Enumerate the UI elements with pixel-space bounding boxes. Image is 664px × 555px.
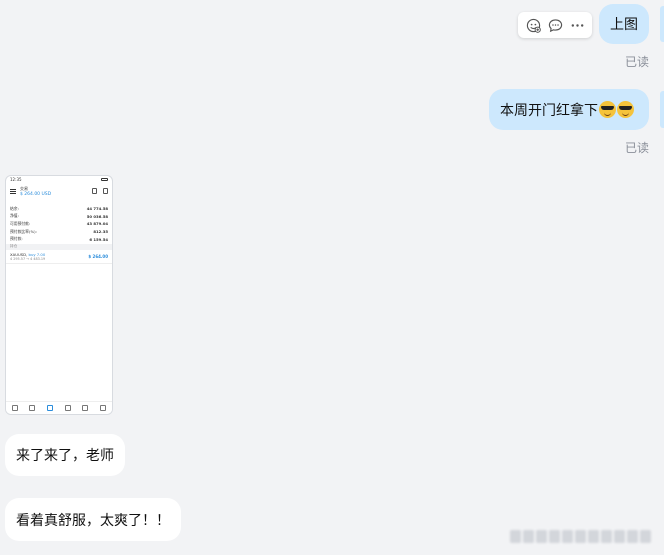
read-status: 已读 [625,55,650,69]
image-message[interactable]: 12:35 交易 $ 264.00 USD 结余: 44 774.58 净值: 50… [5,175,113,415]
phone-tab-bar [6,401,112,414]
row-label: 预付款比率(%): [10,228,37,234]
summary-row: 预付款比率(%): 812.35 [10,228,108,236]
position-range: 4 295.57 → 4 483.19 [10,256,46,261]
message-text: 本周开门红拿下 [500,102,598,119]
row-label: 预付款: [10,236,23,242]
emoji-reaction-icon[interactable] [523,15,543,35]
bubble-edge [660,6,664,42]
more-icon[interactable] [567,15,587,35]
trade-tab-icon [47,405,54,411]
phone-time: 12:35 [10,177,22,182]
chat-tab-icon [100,405,107,411]
phone-balance-line: $ 264.00 USD [20,191,52,197]
row-value: 812.35 [93,229,108,235]
new-order-icon [103,188,108,194]
quotes-tab-icon [11,405,18,411]
row-label: 净值: [10,213,19,219]
menu-icon [10,188,16,194]
position-row: XAUUSD, buy 7.00 4 295.57 → 4 483.19 $ 2… [6,250,112,264]
blurred-watermark [510,526,658,546]
summary-row: 预付款: 6 159.54 [10,235,108,243]
chart-tab-icon [29,405,36,411]
history-tab-icon [64,405,71,411]
outgoing-message[interactable]: 上图 [599,4,649,44]
sort-icon [92,188,97,194]
account-summary: 结余: 44 774.58 净值: 50 036.58 可用预付款: 43 879.0… [6,199,112,243]
message-text: 来了来了，老师 [16,448,114,464]
phone-status-bar: 12:35 [6,176,112,183]
message-text: 上图 [610,17,638,33]
row-value: 43 879.04 [86,221,108,227]
comment-icon[interactable] [545,15,565,35]
sunglasses-emoji [617,101,634,118]
row-label: 结余: [10,205,19,211]
row-value: 6 159.54 [89,236,108,242]
summary-row: 净值: 50 036.58 [10,213,108,221]
sunglasses-emoji [599,101,616,118]
message-text: 看着真舒服，太爽了！！ [16,512,170,529]
outgoing-message[interactable]: 本周开门红拿下 [489,89,649,130]
message-action-bar [518,12,592,38]
summary-row: 可用预付款: 43 879.04 [10,220,108,228]
bubble-edge [660,91,664,128]
incoming-message[interactable]: 看着真舒服，太爽了！！ [5,498,181,541]
position-profit: $ 264.00 [88,253,108,259]
read-status: 已读 [625,141,650,155]
row-label: 可用预付款: [10,220,31,226]
row-value: 44 774.58 [86,206,108,212]
news-tab-icon [82,405,89,411]
battery-icon [101,178,108,181]
row-value: 50 036.58 [86,213,108,219]
incoming-message[interactable]: 来了来了，老师 [5,434,125,476]
summary-row: 结余: 44 774.58 [10,205,108,213]
phone-header: 交易 $ 264.00 USD [6,183,112,199]
